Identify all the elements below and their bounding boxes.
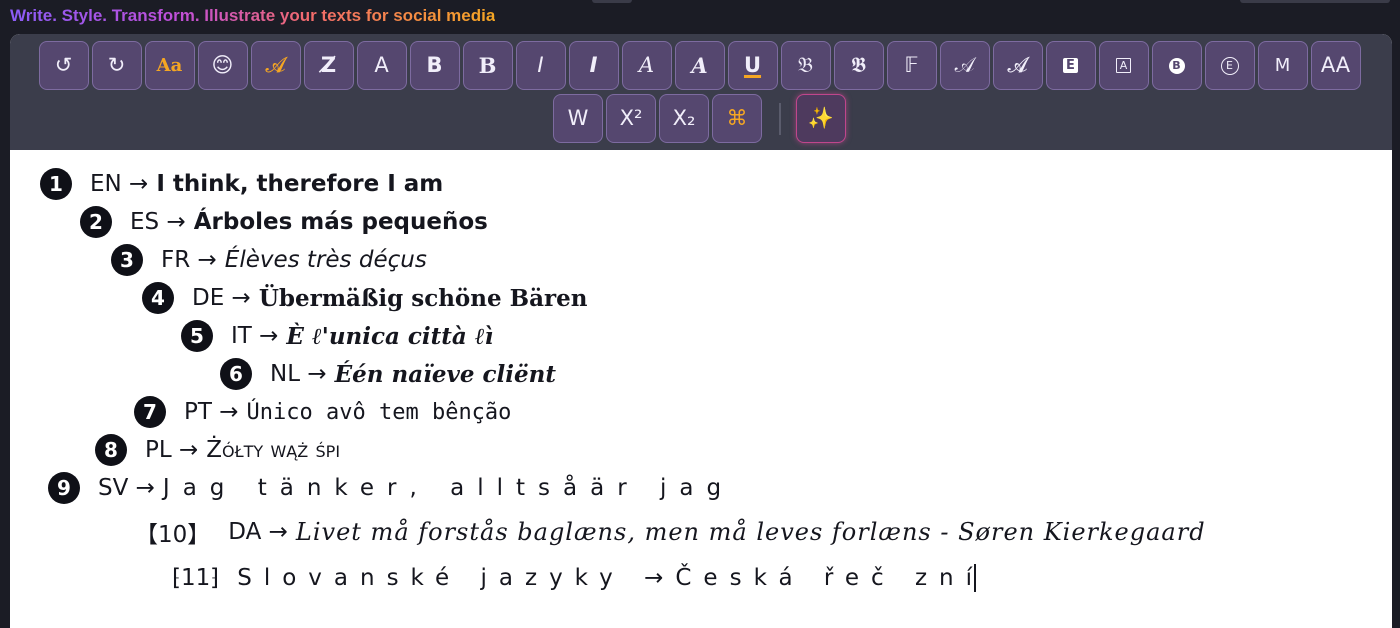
styled-text: Übermäßig schöne Bären bbox=[258, 284, 588, 312]
styled-text: Żółty wąż śpi bbox=[206, 437, 341, 463]
text-line: ⁅11⁆ Slovanské jazyky → Česká řeč zní bbox=[172, 562, 976, 594]
double-struck-button[interactable]: 𝔽 bbox=[886, 41, 937, 90]
editor-panel: ↺ ↻ Aa 😊 𝓐 Z̸ A B B I I A A U 𝔅 𝕭 𝔽 𝒜 𝓐 E A B E M AA W X² X₂ ⌘ ✨ 1 E… bbox=[10, 34, 1392, 628]
line-number-badge: 9 bbox=[48, 472, 80, 504]
strikethrough-z-button[interactable]: Z̸ bbox=[303, 41, 354, 90]
circled-fill-b-icon: B bbox=[1168, 57, 1185, 74]
line-number-badge: 7 bbox=[134, 396, 166, 428]
boxed-fill-e-button[interactable]: E bbox=[1045, 41, 1096, 90]
text-line: 1 EN → I think, therefore I am bbox=[40, 168, 443, 200]
text-line: 3 FR → Élèves très déçus bbox=[111, 244, 427, 276]
language-prefix: Slovanské jazyky → bbox=[237, 565, 676, 591]
text-line: 6 NL → Één naïeve cliënt bbox=[220, 358, 556, 390]
line-number-bracket: ⁅11⁆ bbox=[172, 565, 220, 591]
text-line: 【10】 DA → Livet må forstås baglæns, men … bbox=[135, 516, 1206, 548]
line-number-badge: 2 bbox=[80, 206, 112, 238]
text-line: 4 DE → Übermäßig schöne Bären bbox=[142, 282, 587, 314]
language-prefix: FR → bbox=[161, 247, 217, 273]
text-editor[interactable]: 1 EN → I think, therefore I am 2 ES → Ár… bbox=[10, 150, 1392, 628]
circled-outline-e-button[interactable]: E bbox=[1204, 41, 1255, 90]
language-prefix: IT → bbox=[231, 323, 279, 349]
sans-a-button[interactable]: A bbox=[356, 41, 407, 90]
uppercase-aa-button[interactable]: AA bbox=[1310, 41, 1361, 90]
line-number-badge: 3 bbox=[111, 244, 143, 276]
language-prefix: DA → bbox=[228, 519, 288, 545]
top-edge-tab bbox=[1240, 0, 1390, 3]
styled-text: Één naïeve cliënt bbox=[334, 360, 556, 388]
top-bar: Write. Style. Transform. Illustrate your… bbox=[0, 0, 1400, 34]
language-prefix: EN → bbox=[90, 171, 149, 197]
styled-text: Único avô tem bênção bbox=[246, 399, 512, 425]
text-line: 7 PT → Único avô tem bênção bbox=[134, 396, 511, 428]
styled-text: È ℓ'unica città ℓì bbox=[286, 322, 494, 350]
boxed-outline-a-icon: A bbox=[1116, 58, 1131, 73]
bold-italic-i-button[interactable]: I bbox=[568, 41, 619, 90]
styled-text: Česká řeč zní bbox=[675, 565, 984, 591]
circled-outline-e-icon: E bbox=[1220, 56, 1239, 75]
app-tagline: Write. Style. Transform. Illustrate your… bbox=[10, 6, 496, 25]
language-prefix: PT → bbox=[184, 399, 239, 425]
language-prefix: ES → bbox=[130, 209, 186, 235]
formatting-toolbar: ↺ ↻ Aa 😊 𝓐 Z̸ A B B I I A A U 𝔅 𝕭 𝔽 𝒜 𝓐 E A B E M AA W X² X₂ ⌘ ✨ bbox=[10, 34, 1392, 150]
font-case-button[interactable]: Aa bbox=[144, 41, 195, 90]
line-number-badge: 5 bbox=[181, 320, 213, 352]
styled-text: Livet må forstås baglæns, men må leves f… bbox=[295, 518, 1206, 546]
text-line: 9 SV → Jag tänker, alltsåär jag bbox=[48, 472, 734, 504]
script-font-button[interactable]: 𝓐 bbox=[250, 41, 301, 90]
wide-w-button[interactable]: W bbox=[553, 94, 603, 143]
language-prefix: NL → bbox=[270, 361, 327, 387]
underline-button[interactable]: U bbox=[727, 41, 778, 90]
line-number-badge: 6 bbox=[220, 358, 252, 390]
language-prefix: SV → bbox=[98, 475, 155, 501]
line-number-badge: 4 bbox=[142, 282, 174, 314]
line-number-badge: 1 bbox=[40, 168, 72, 200]
italic-i-button[interactable]: I bbox=[515, 41, 566, 90]
styled-text: Jag tänker, alltsåär jag bbox=[162, 475, 735, 501]
magic-sparkle-button[interactable]: ✨ bbox=[796, 94, 846, 143]
styled-text: I think, therefore I am bbox=[156, 171, 444, 197]
text-line: 5 IT → È ℓ'unica città ℓì bbox=[181, 320, 493, 352]
fraktur-button[interactable]: 𝔅 bbox=[780, 41, 831, 90]
subscript-button[interactable]: X₂ bbox=[659, 94, 709, 143]
circled-fill-b-button[interactable]: B bbox=[1151, 41, 1202, 90]
line-number-badge: 8 bbox=[95, 434, 127, 466]
bold-script-a-button[interactable]: 𝓐 bbox=[992, 41, 1043, 90]
script-a-button[interactable]: 𝒜 bbox=[939, 41, 990, 90]
redo-button[interactable]: ↻ bbox=[91, 41, 142, 90]
toolbar-row-2: W X² X₂ ⌘ ✨ bbox=[10, 94, 1392, 143]
italic-serif-a-button[interactable]: A bbox=[621, 41, 672, 90]
language-prefix: PL → bbox=[145, 437, 199, 463]
undo-button[interactable]: ↺ bbox=[38, 41, 89, 90]
boxed-fill-e-icon: E bbox=[1063, 58, 1078, 73]
styled-text: Árboles más pequeños bbox=[193, 209, 488, 235]
command-button[interactable]: ⌘ bbox=[712, 94, 762, 143]
text-line: 8 PL → Żółty wąż śpi bbox=[95, 434, 340, 466]
superscript-button[interactable]: X² bbox=[606, 94, 656, 143]
text-caret bbox=[974, 564, 976, 592]
monospace-m-button[interactable]: M bbox=[1257, 41, 1308, 90]
bold-serif-b-button[interactable]: B bbox=[462, 41, 513, 90]
line-number-bracket: 【10】 bbox=[135, 522, 211, 548]
language-prefix: DE → bbox=[192, 285, 251, 311]
toolbar-divider bbox=[779, 102, 781, 135]
text-line: 2 ES → Árboles más pequeños bbox=[80, 206, 488, 238]
emoji-button[interactable]: 😊 bbox=[197, 41, 248, 90]
styled-text: Élèves très déçus bbox=[224, 247, 427, 273]
bold-b-button[interactable]: B bbox=[409, 41, 460, 90]
bold-italic-serif-a-button[interactable]: A bbox=[674, 41, 725, 90]
toolbar-row-1: ↺ ↻ Aa 😊 𝓐 Z̸ A B B I I A A U 𝔅 𝕭 𝔽 𝒜 𝓐 E A B E M AA bbox=[10, 41, 1392, 90]
bold-fraktur-button[interactable]: 𝕭 bbox=[833, 41, 884, 90]
top-edge-tab bbox=[592, 0, 632, 3]
boxed-outline-a-button[interactable]: A bbox=[1098, 41, 1149, 90]
